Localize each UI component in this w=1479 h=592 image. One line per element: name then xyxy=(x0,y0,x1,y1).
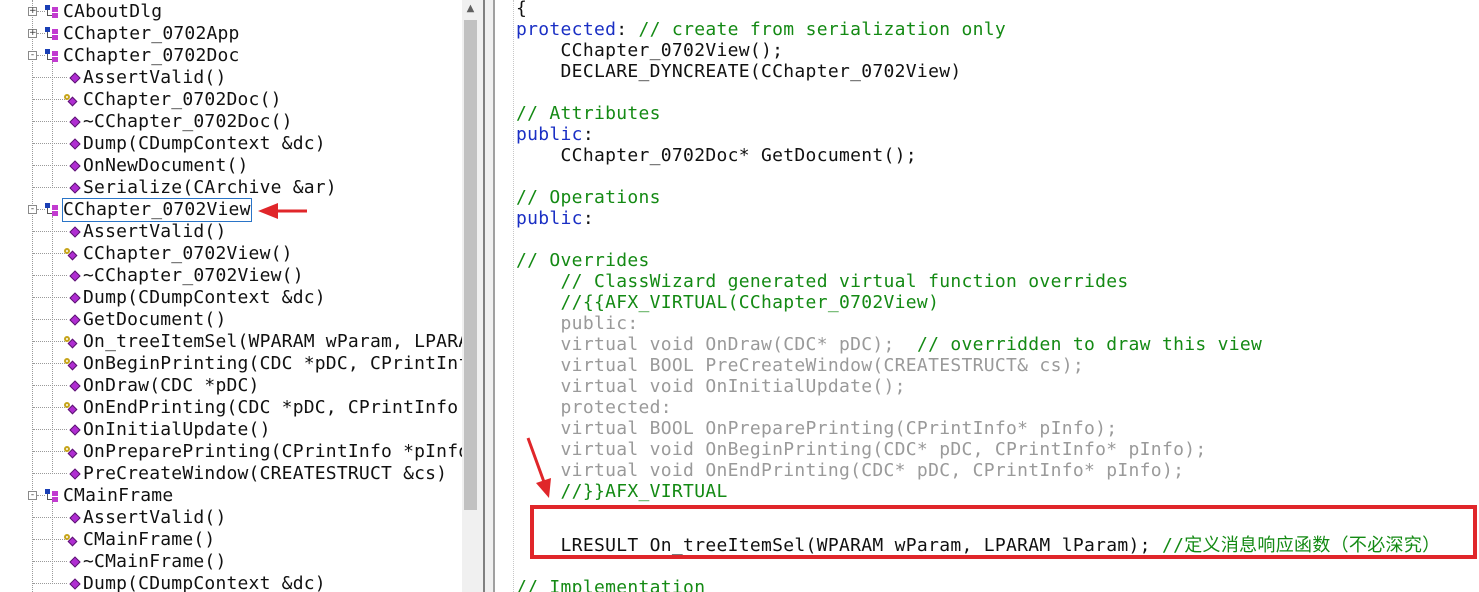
red-arrow-annotations xyxy=(258,203,551,498)
arrow-to-view-class-icon xyxy=(258,203,307,219)
arrow-to-declaration-icon xyxy=(526,437,551,498)
